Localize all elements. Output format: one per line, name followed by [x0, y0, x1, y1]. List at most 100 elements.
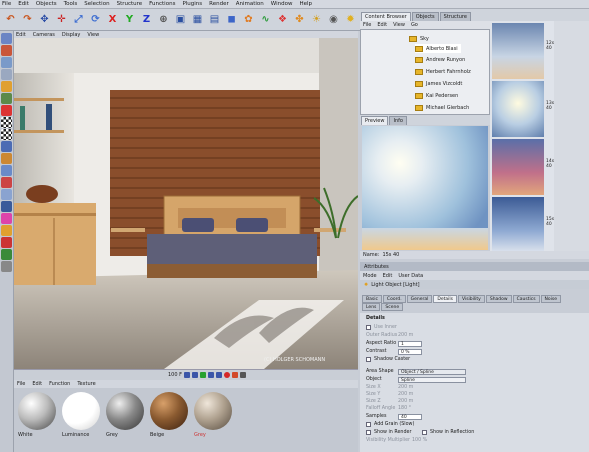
menu-tools[interactable]: Tools	[64, 1, 78, 7]
shadow-caster-checkbox[interactable]	[366, 357, 371, 362]
material-menu-function[interactable]: Function	[49, 381, 70, 387]
cb-menu-view[interactable]: View	[393, 22, 405, 28]
render-picture-viewer-icon[interactable]: ▤	[207, 12, 222, 27]
tree-item[interactable]: Kai Pedersen	[415, 91, 458, 100]
viewport-menu-view[interactable]: View	[87, 32, 99, 38]
render-view-icon[interactable]: ▣	[173, 12, 188, 27]
add-grain-checkbox[interactable]	[366, 422, 371, 427]
prev-frame-icon[interactable]	[192, 372, 199, 378]
play-icon[interactable]	[200, 372, 207, 378]
tree-item[interactable]: Herbert Fahrnholz	[415, 67, 471, 76]
menu-plugins[interactable]: Plugins	[182, 1, 202, 7]
use-object-tool-icon[interactable]	[1, 45, 12, 56]
sky-thumbnail[interactable]	[492, 81, 544, 137]
aspect-ratio-field[interactable]: 1	[398, 340, 422, 347]
tab-preview[interactable]: Preview	[361, 116, 389, 125]
magnet-icon[interactable]	[1, 177, 12, 188]
uv-icon[interactable]	[1, 261, 12, 272]
coordinate-system-icon[interactable]: ⊕	[156, 12, 171, 27]
paint-icon[interactable]	[1, 237, 12, 248]
use-inner-checkbox[interactable]	[366, 325, 371, 330]
cb-menu-go[interactable]: Go	[411, 22, 418, 28]
cube-icon[interactable]: ◼	[224, 12, 239, 27]
tab-objects[interactable]: Objects	[411, 12, 439, 21]
checker-alt-icon[interactable]	[1, 129, 12, 140]
move-icon[interactable]: ✛	[54, 12, 69, 27]
goto-start-icon[interactable]	[184, 372, 191, 378]
nurbs-icon[interactable]: ✿	[241, 12, 256, 27]
menu-structure[interactable]: Structure	[117, 1, 143, 7]
menu-functions[interactable]: Functions	[149, 1, 175, 7]
tab-info[interactable]: Info	[389, 116, 407, 125]
x-axis-icon[interactable]: X	[105, 12, 120, 27]
light-icon[interactable]: ✹	[343, 12, 358, 27]
z-axis-icon[interactable]: Z	[139, 12, 154, 27]
tree-item[interactable]: Michael Gierbach	[415, 103, 469, 112]
brush-icon[interactable]	[1, 189, 12, 200]
material-swatch[interactable]: Grey	[194, 392, 232, 438]
checker-icon[interactable]	[1, 117, 12, 128]
live-select-icon[interactable]: ✥	[37, 12, 52, 27]
area-shape-dropdown[interactable]: Object / Spline	[398, 368, 466, 375]
show-in-reflection-checkbox[interactable]	[422, 430, 427, 435]
record-icon[interactable]	[224, 372, 231, 378]
tree-item[interactable]: Andrew Runyon	[415, 55, 465, 64]
tree-item[interactable]: Alberto Blasi	[415, 44, 461, 53]
material-menu-texture[interactable]: Texture	[77, 381, 95, 387]
viewport-menu-cameras[interactable]: Cameras	[33, 32, 55, 38]
viewport-menu-display[interactable]: Display	[62, 32, 80, 38]
autokey-icon[interactable]	[240, 372, 247, 378]
knife-icon[interactable]	[1, 201, 12, 212]
menu-edit[interactable]: Edit	[18, 1, 29, 7]
goto-end-icon[interactable]	[216, 372, 223, 378]
environment-icon[interactable]: ☀	[309, 12, 324, 27]
am-menu-mode[interactable]: Mode	[363, 273, 377, 279]
tab-scene[interactable]: Scene	[381, 303, 404, 311]
render-viewport[interactable]: (C) HOLGER SCHOMANN	[14, 38, 358, 369]
show-in-render-checkbox[interactable]	[366, 430, 371, 435]
keyframe-icon[interactable]	[232, 372, 239, 378]
menu-objects[interactable]: Objects	[36, 1, 57, 7]
samples-field[interactable]: 40	[398, 413, 422, 420]
snap-icon[interactable]	[1, 153, 12, 164]
shadow-caster-row[interactable]: Shadow Caster	[366, 356, 410, 363]
tab-basic[interactable]: Basic	[362, 295, 382, 303]
tree-item[interactable]: James Vizcoldt	[415, 79, 462, 88]
cb-menu-edit[interactable]: Edit	[377, 22, 387, 28]
viewport-menu-edit[interactable]: Edit	[16, 32, 26, 38]
tab-shadow[interactable]: Shadow	[485, 295, 512, 303]
show-in-render-row[interactable]: Show in Render Show in Reflection	[366, 429, 474, 436]
rotate-icon[interactable]: ⟳	[88, 12, 103, 27]
scale-icon[interactable]: ⤢	[71, 12, 86, 27]
tab-lens[interactable]: Lens	[362, 303, 381, 311]
menu-render[interactable]: Render	[209, 1, 229, 7]
tab-coord[interactable]: Coord.	[382, 295, 406, 303]
menu-animation[interactable]: Animation	[236, 1, 264, 7]
tab-general[interactable]: General	[406, 295, 433, 303]
extrude-icon[interactable]	[1, 213, 12, 224]
spline-icon[interactable]: ∿	[258, 12, 273, 27]
sky-thumbnail[interactable]	[492, 23, 544, 79]
menu-selection[interactable]: Selection	[84, 1, 109, 7]
material-menu-file[interactable]: File	[17, 381, 25, 387]
workplane-icon[interactable]	[1, 165, 12, 176]
axis-tool-icon[interactable]	[1, 105, 12, 116]
material-swatch[interactable]: Beige	[150, 392, 188, 438]
use-edges-tool-icon[interactable]	[1, 69, 12, 80]
material-swatch[interactable]: Luminance	[62, 392, 100, 438]
tweak-icon[interactable]	[1, 141, 12, 152]
cb-menu-file[interactable]: File	[363, 22, 371, 28]
add-grain-row[interactable]: Add Grain (Slow)	[366, 421, 414, 428]
use-polygons-tool-icon[interactable]	[1, 81, 12, 92]
tab-noise[interactable]: Noise	[540, 295, 562, 303]
bodypaint-icon[interactable]	[1, 249, 12, 260]
tab-content-browser[interactable]: Content Browser	[361, 12, 411, 21]
object-link-field[interactable]: Spline	[398, 376, 466, 383]
use-inner-row[interactable]: Use Inner	[366, 324, 397, 331]
texture-tool-icon[interactable]	[1, 93, 12, 104]
tab-structure[interactable]: Structure	[439, 12, 471, 21]
tab-caustics[interactable]: Caustics	[512, 295, 540, 303]
camera-icon[interactable]: ◉	[326, 12, 341, 27]
material-menu-edit[interactable]: Edit	[32, 381, 42, 387]
y-axis-icon[interactable]: Y	[122, 12, 137, 27]
